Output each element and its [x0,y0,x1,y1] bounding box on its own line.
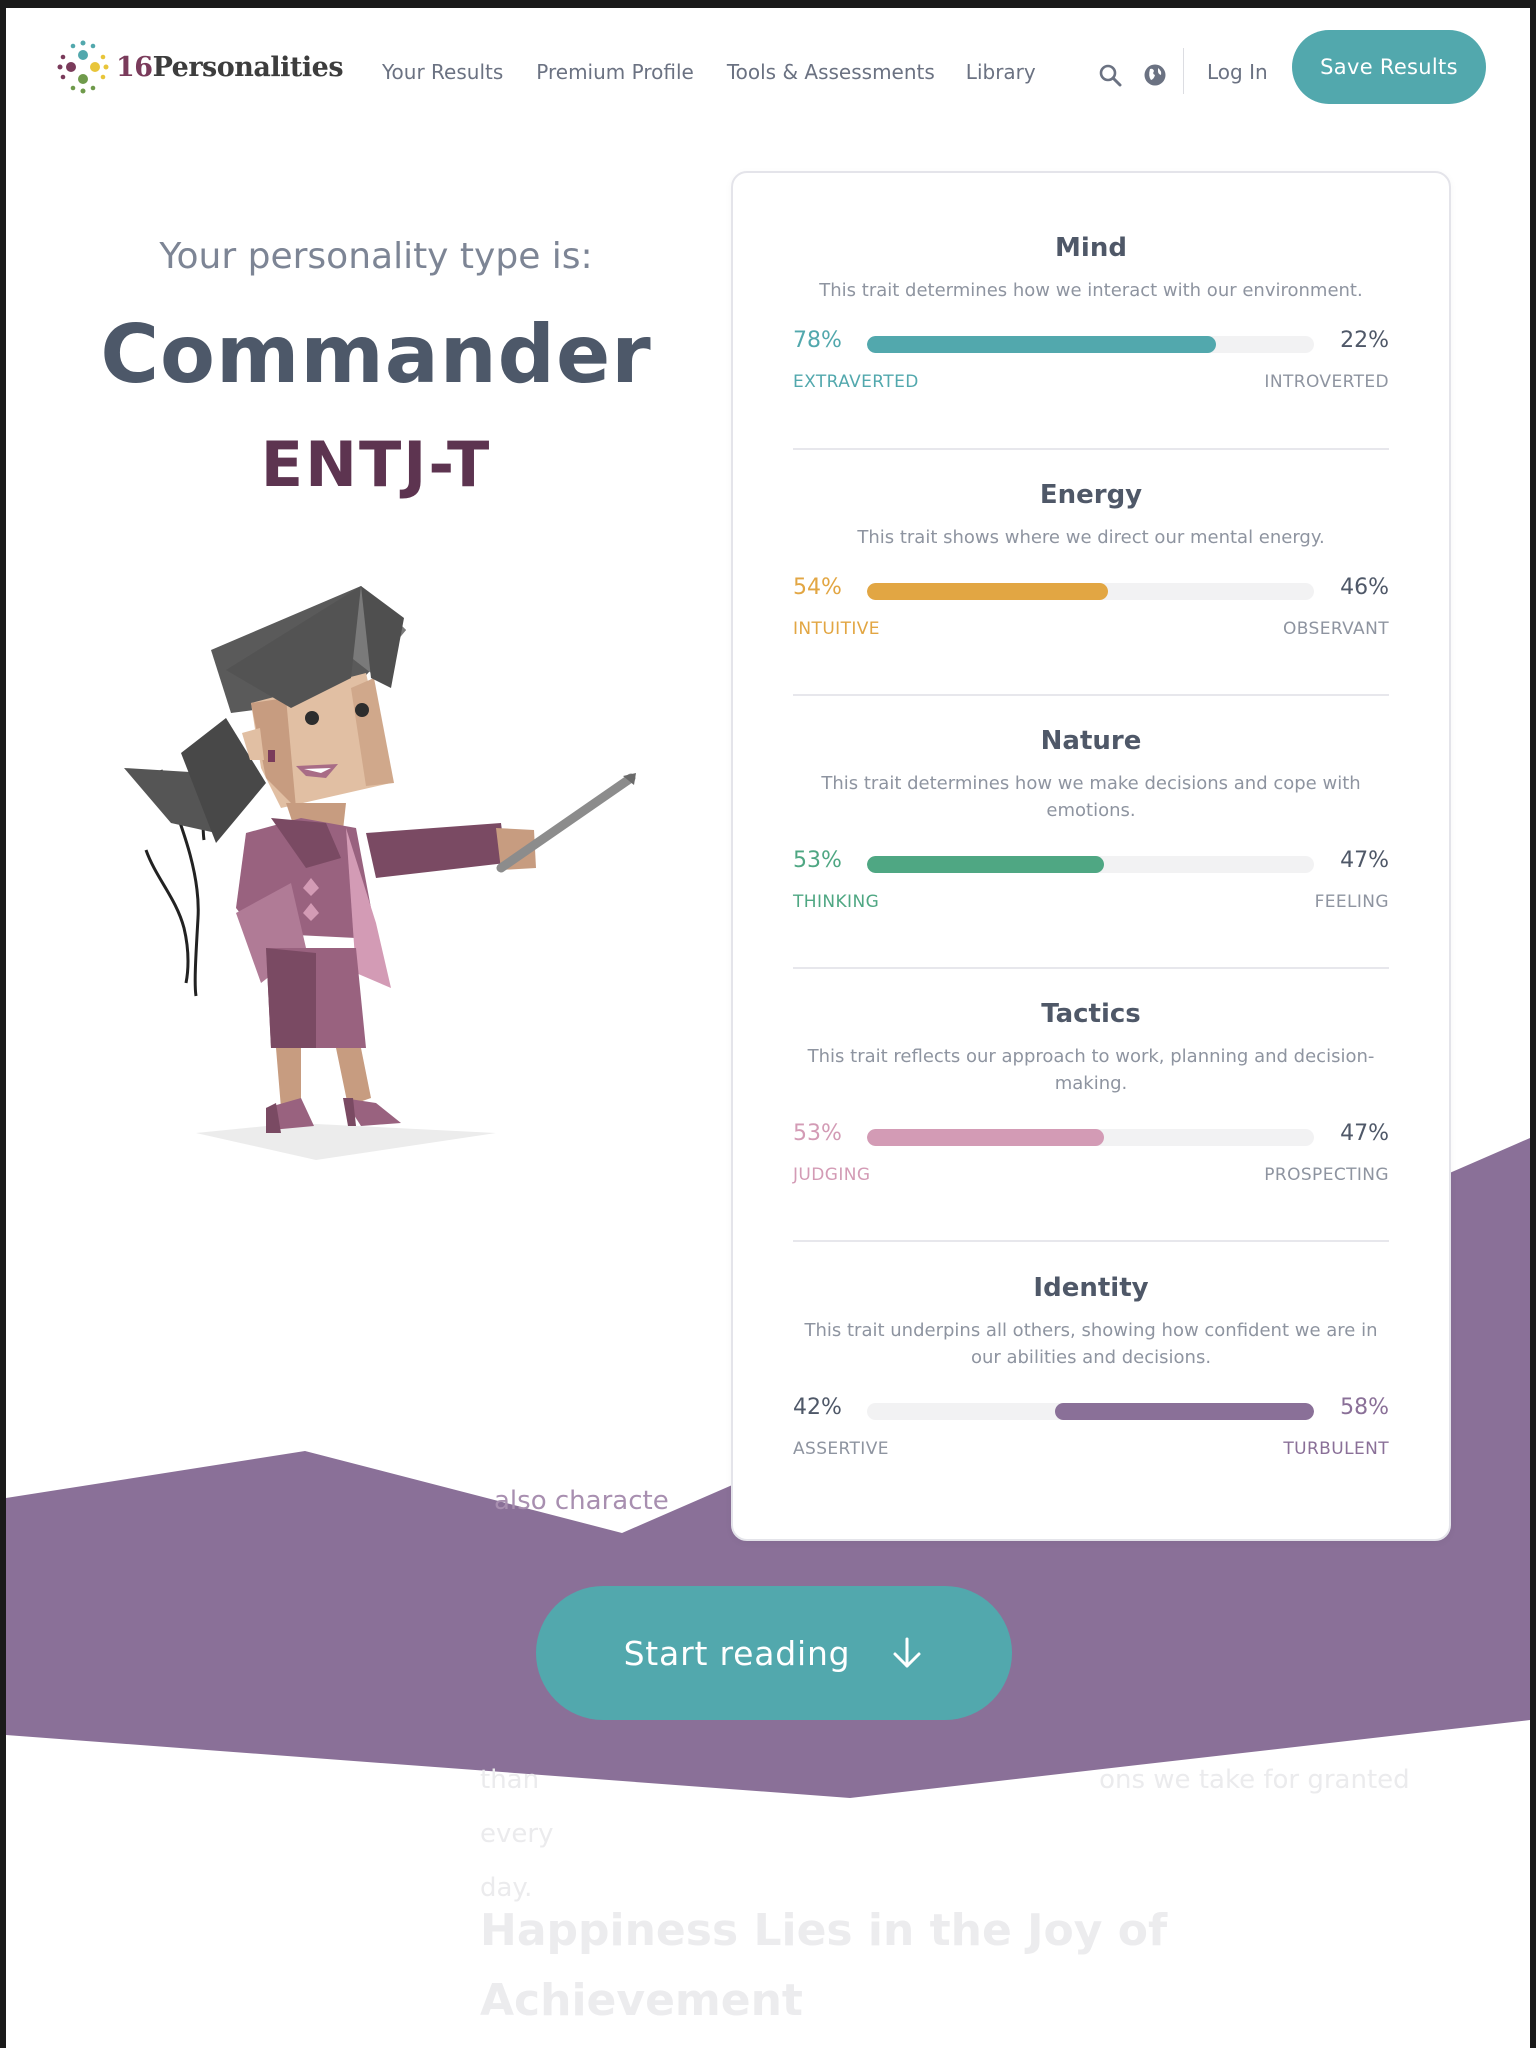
arrow-down-icon [893,1637,921,1668]
background-text-fragment: also characte [494,1486,669,1516]
save-results-button[interactable]: Save Results [1292,30,1486,104]
trait-title: Mind [1055,233,1127,263]
trait-labels: JUDGING PROSPECTING [793,1165,1389,1189]
type-code: ENTJ-T [260,428,492,501]
trait-title: Energy [1039,480,1143,510]
trait-bar-fill [1054,1403,1314,1420]
left-trait-label: ASSERTIVE [793,1439,889,1459]
search-icon[interactable] [1098,63,1122,87]
site-header: 16Personalities Your Results Premium Pro… [6,8,1530,134]
trait-bar [867,1129,1314,1146]
trait-bar [867,1403,1314,1420]
right-trait-label: INTROVERTED [1264,372,1389,392]
left-trait-label: EXTRAVERTED [793,372,919,392]
trait-divider [793,1240,1389,1242]
nav-library[interactable]: Library [966,60,1036,84]
trait-bar-row: 42% 58% [793,1393,1389,1427]
trait-card: Mind This trait determines how we intera… [731,171,1451,1541]
background-paragraph: than ons we take for granted every day. [480,1765,1410,1903]
trait-mind[interactable]: Mind This trait determines how we intera… [793,233,1389,396]
commander-illustration [124,586,636,1160]
trait-bar-row: 53% 47% [793,846,1389,880]
trait-title: Nature [1040,726,1142,756]
trait-divider [793,694,1389,696]
logo-icon [57,40,109,94]
right-percentage: 22% [1340,328,1389,353]
trait-bar [867,856,1314,873]
right-trait-label: PROSPECTING [1264,1165,1389,1185]
trait-bar-fill [867,336,1216,353]
type-name: Commander [100,308,652,401]
right-percentage: 58% [1340,1395,1389,1420]
trait-description: This trait shows where we direct our men… [857,527,1325,548]
right-percentage: 46% [1340,575,1389,600]
trait-description: This trait determines how we make decisi… [821,773,1361,821]
background-heading: Happiness Lies in the Joy of Achievement [480,1905,1168,2026]
trait-description: This trait determines how we interact wi… [819,280,1363,301]
right-percentage: 47% [1340,1121,1389,1146]
left-trait-label: THINKING [793,892,880,912]
trait-description: This trait reflects our approach to work… [807,1046,1375,1094]
trait-tactics[interactable]: Tactics This trait reflects our approach… [793,999,1389,1189]
left-trait-label: JUDGING [793,1165,871,1185]
logo[interactable]: 16Personalities [54,38,344,96]
left-trait-label: INTUITIVE [793,619,880,639]
trait-nature[interactable]: Nature This trait determines how we make… [793,726,1389,916]
trait-bar-row: 78% 22% [793,326,1389,360]
trait-labels: ASSERTIVE TURBULENT [793,1439,1389,1463]
trait-bar-fill [867,1129,1104,1146]
type-intro: Your personality type is: [159,236,593,277]
main-nav: Your Results Premium Profile Tools & Ass… [382,60,1069,84]
trait-labels: INTUITIVE OBSERVANT [793,619,1389,643]
left-percentage: 53% [793,848,842,873]
trait-bar-row: 53% 47% [793,1119,1389,1153]
globe-icon[interactable] [1143,63,1167,87]
nav-tools-assessments[interactable]: Tools & Assessments [727,60,935,84]
trait-energy[interactable]: Energy This trait shows where we direct … [793,480,1389,643]
trait-description: This trait underpins all others, showing… [804,1320,1378,1368]
right-percentage: 47% [1340,848,1389,873]
nav-your-results[interactable]: Your Results [382,60,503,84]
left-percentage: 78% [793,328,842,353]
login-link[interactable]: Log In [1207,60,1268,84]
left-percentage: 54% [793,575,842,600]
nav-premium-profile[interactable]: Premium Profile [536,60,694,84]
left-percentage: 42% [793,1395,842,1420]
start-reading-label: Start reading [623,1633,851,1673]
trait-identity[interactable]: Identity This trait underpins all others… [793,1273,1389,1463]
right-trait-label: OBSERVANT [1282,619,1389,639]
right-trait-label: FEELING [1314,892,1389,912]
trait-divider [793,448,1389,450]
trait-bar [867,336,1314,353]
start-reading-button[interactable]: Start reading [536,1586,1012,1720]
trait-bar-fill [867,856,1104,873]
trait-labels: EXTRAVERTED INTROVERTED [793,372,1389,396]
trait-title: Identity [1033,1273,1149,1303]
trait-divider [793,967,1389,969]
trait-bar [867,583,1314,600]
header-divider [1183,48,1184,94]
trait-title: Tactics [1041,999,1141,1029]
trait-bar-fill [867,583,1109,600]
left-percentage: 53% [793,1121,842,1146]
trait-bar-row: 54% 46% [793,573,1389,607]
logo-wordmark: 16Personalities [116,51,344,83]
trait-labels: THINKING FEELING [793,892,1389,916]
right-trait-label: TURBULENT [1283,1439,1389,1459]
